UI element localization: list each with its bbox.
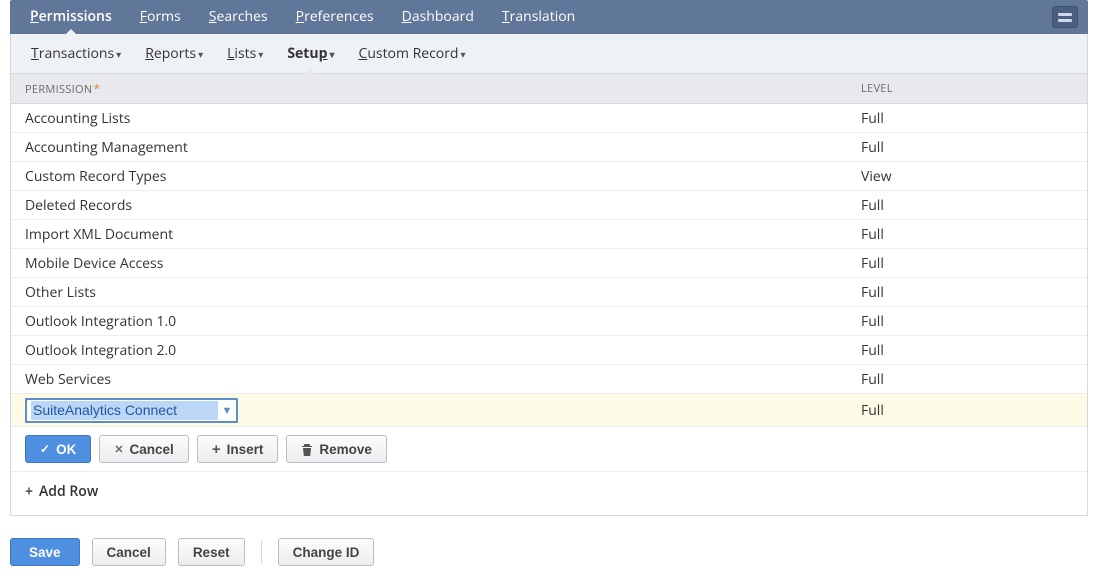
table-row[interactable]: Deleted RecordsFull	[11, 191, 1087, 220]
list-icon	[1058, 13, 1072, 16]
tab-preferences[interactable]: Preferences	[282, 0, 388, 34]
subtab-setup[interactable]: Setup▾	[275, 34, 346, 74]
column-header-permission[interactable]: PERMISSION*	[11, 74, 857, 103]
change-id-button[interactable]: Change ID	[278, 538, 375, 566]
save-button[interactable]: Save	[10, 538, 80, 566]
chevron-down-icon: ▾	[198, 47, 203, 61]
required-star-icon: *	[93, 80, 100, 97]
subtab-reports[interactable]: Reports▾	[133, 34, 215, 74]
insert-button[interactable]: Insert	[197, 435, 279, 463]
permissions-grid: PERMISSION* LEVEL Accounting ListsFullAc…	[11, 74, 1087, 515]
chevron-down-icon: ▾	[116, 47, 121, 61]
cancel-row-button[interactable]: Cancel	[99, 435, 189, 463]
subtab-transactions[interactable]: Transactions▾	[19, 34, 133, 74]
cell-level[interactable]: Full	[857, 220, 1087, 248]
check-icon	[40, 443, 50, 455]
column-header-level[interactable]: LEVEL	[857, 74, 1087, 103]
cell-permission[interactable]: Mobile Device Access	[11, 249, 857, 277]
reset-button[interactable]: Reset	[178, 538, 245, 566]
cell-permission[interactable]: Web Services	[11, 365, 857, 393]
permissions-panel: Transactions▾ Reports▾ Lists▾ Setup▾ Cus…	[10, 34, 1088, 516]
subtab-custom-record[interactable]: Custom Record▾	[346, 34, 477, 74]
table-row[interactable]: Mobile Device AccessFull	[11, 249, 1087, 278]
page-footer-actions: Save Cancel Reset Change ID	[0, 516, 1098, 578]
cell-level[interactable]: Full	[857, 307, 1087, 335]
permission-dropdown-input[interactable]	[31, 401, 218, 420]
trash-icon	[301, 443, 313, 456]
tab-dashboard[interactable]: Dashboard	[388, 0, 488, 34]
divider	[261, 540, 262, 564]
chevron-down-icon[interactable]: ▼	[218, 394, 236, 427]
tab-permissions[interactable]: Permissions	[16, 0, 126, 34]
cell-level[interactable]: Full	[857, 249, 1087, 277]
chevron-down-icon: ▾	[329, 47, 334, 61]
cell-level[interactable]: Full	[857, 336, 1087, 364]
row-action-bar: OK Cancel Insert Remove	[11, 427, 1087, 472]
plus-icon: +	[25, 485, 33, 499]
primary-tab-bar: Permissions Forms Searches Preferences D…	[10, 0, 1088, 34]
cell-level[interactable]: Full	[857, 191, 1087, 219]
table-row[interactable]: Outlook Integration 2.0Full	[11, 336, 1087, 365]
remove-button[interactable]: Remove	[286, 435, 387, 463]
table-row[interactable]: Web ServicesFull	[11, 365, 1087, 394]
table-row[interactable]: Accounting ListsFull	[11, 104, 1087, 133]
cell-permission[interactable]: Outlook Integration 2.0	[11, 336, 857, 364]
table-row[interactable]: Custom Record TypesView	[11, 162, 1087, 191]
table-row[interactable]: Outlook Integration 1.0Full	[11, 307, 1087, 336]
chevron-down-icon: ▾	[461, 47, 466, 61]
ok-button[interactable]: OK	[25, 435, 91, 463]
table-row[interactable]: Accounting ManagementFull	[11, 133, 1087, 162]
cell-level[interactable]: Full	[857, 278, 1087, 306]
close-icon	[114, 443, 123, 456]
cell-level[interactable]: Full	[857, 133, 1087, 161]
cell-permission[interactable]: Accounting Lists	[11, 104, 857, 132]
permission-dropdown[interactable]: ▼	[25, 398, 238, 423]
tab-forms[interactable]: Forms	[126, 0, 195, 34]
tab-translation[interactable]: Translation	[488, 0, 589, 34]
cancel-button[interactable]: Cancel	[92, 538, 166, 566]
cell-permission[interactable]: Deleted Records	[11, 191, 857, 219]
cell-permission[interactable]: Custom Record Types	[11, 162, 857, 190]
table-row[interactable]: Import XML DocumentFull	[11, 220, 1087, 249]
cell-permission[interactable]: Import XML Document	[11, 220, 857, 248]
plus-icon	[212, 442, 221, 457]
cell-permission[interactable]: Accounting Management	[11, 133, 857, 161]
chevron-down-icon: ▾	[258, 47, 263, 61]
tab-searches[interactable]: Searches	[195, 0, 282, 34]
subtab-lists[interactable]: Lists▾	[215, 34, 275, 74]
table-row[interactable]: Other ListsFull	[11, 278, 1087, 307]
cell-level[interactable]: Full	[857, 365, 1087, 393]
cell-permission[interactable]: Outlook Integration 1.0	[11, 307, 857, 335]
cell-level[interactable]: View	[857, 162, 1087, 190]
cell-level[interactable]: Full	[857, 104, 1087, 132]
grid-header: PERMISSION* LEVEL	[11, 74, 1087, 104]
cell-level[interactable]: Full	[857, 394, 1087, 426]
view-toggle-button[interactable]	[1052, 6, 1078, 28]
secondary-tab-bar: Transactions▾ Reports▾ Lists▾ Setup▾ Cus…	[11, 34, 1087, 74]
add-row-button[interactable]: + Add Row	[11, 472, 1087, 515]
table-row-editing[interactable]: ▼ Full	[11, 394, 1087, 427]
cell-permission[interactable]: Other Lists	[11, 278, 857, 306]
list-icon	[1058, 19, 1072, 22]
